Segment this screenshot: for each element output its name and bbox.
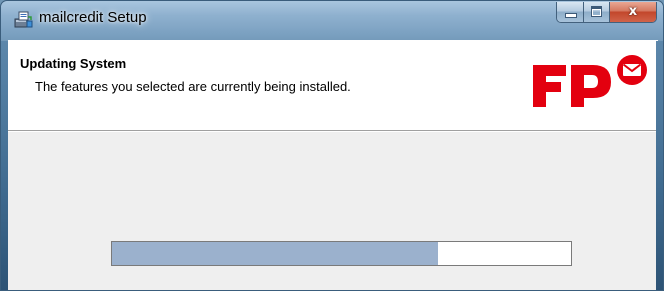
fp-logo	[533, 55, 647, 107]
setup-window: mailcredit Setup x Updating System The f…	[0, 0, 664, 291]
close-icon: x	[628, 4, 638, 19]
maximize-icon	[591, 6, 602, 17]
maximize-button[interactable]	[584, 2, 610, 22]
setup-installer-icon[interactable]	[14, 10, 33, 29]
caption-buttons: x	[556, 2, 657, 23]
page-title: Updating System	[20, 56, 127, 71]
window-title: mailcredit Setup	[39, 9, 147, 26]
title-bar[interactable]: mailcredit Setup x	[1, 1, 663, 39]
install-progress-bar	[111, 241, 572, 266]
close-button[interactable]: x	[610, 2, 656, 22]
header-banner: Updating System The features you selecte…	[8, 40, 658, 131]
dialog-client-area: Updating System The features you selecte…	[8, 40, 658, 290]
minimize-icon	[565, 13, 577, 18]
progress-fill	[112, 242, 438, 265]
minimize-button[interactable]	[557, 2, 584, 22]
page-description: The features you selected are currently …	[35, 79, 351, 94]
